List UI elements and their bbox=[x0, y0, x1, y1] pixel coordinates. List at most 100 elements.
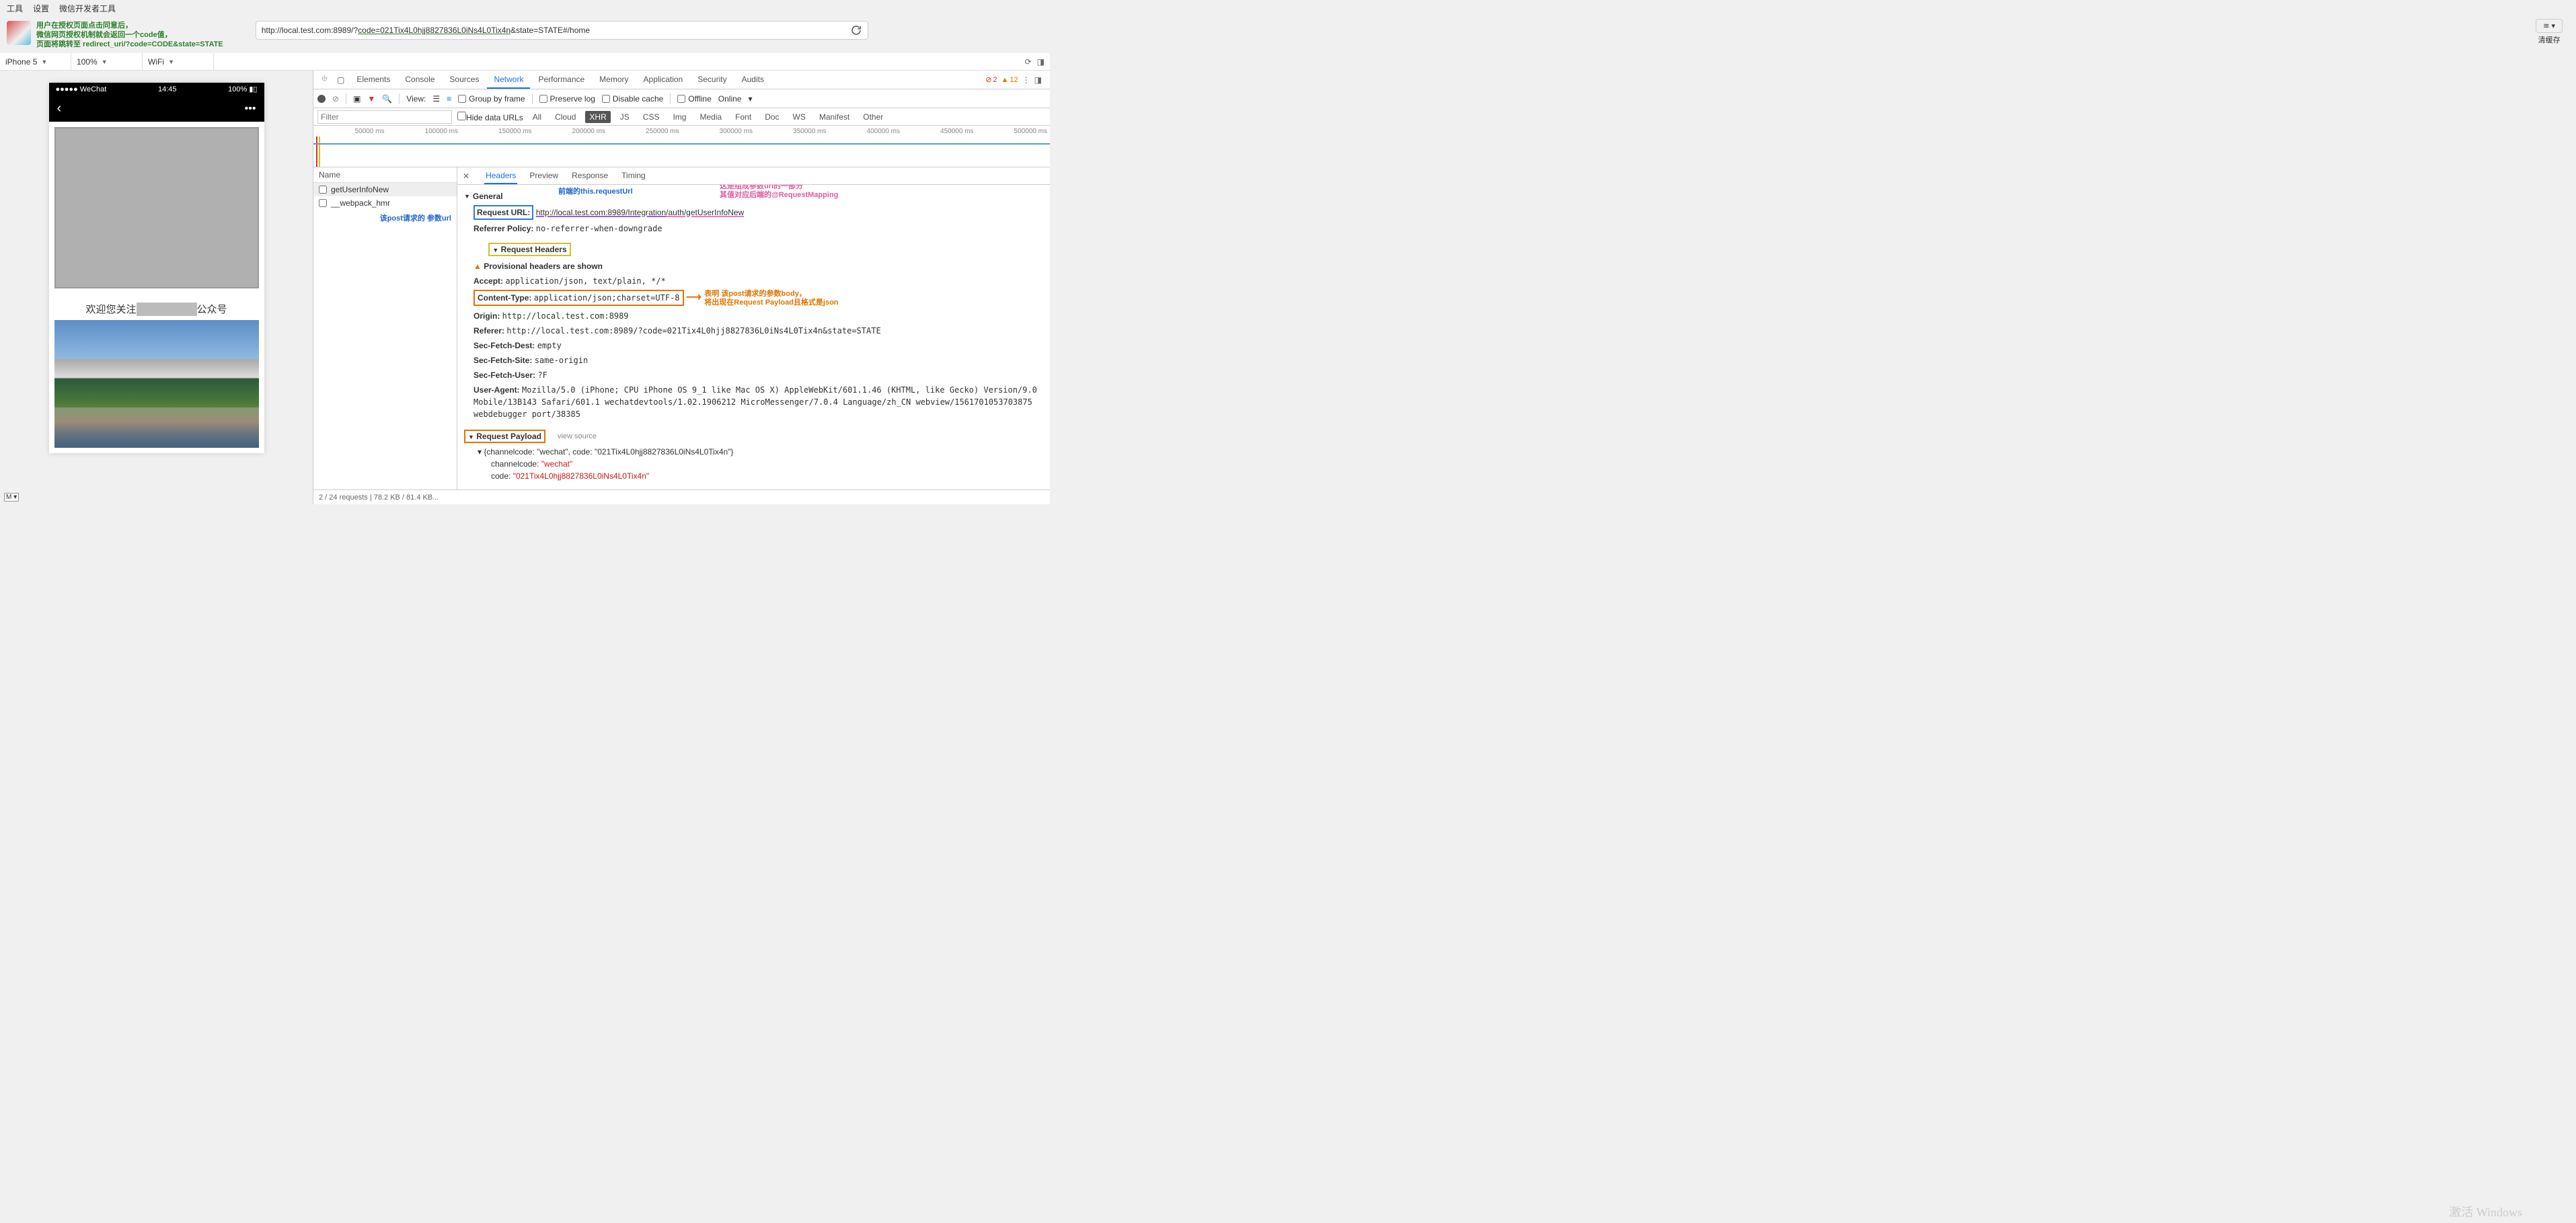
carrier: ●●●●● WeChat bbox=[56, 85, 107, 93]
ftype-cloud[interactable]: Cloud bbox=[551, 111, 580, 123]
annotation-post-url: 该post请求的 参数url bbox=[313, 210, 457, 223]
network-toolbar: ⊘ ▣ ▼ 🔍 View: ☰ ≡ Group by frame Preserv… bbox=[313, 89, 1050, 108]
filter-toggle-icon[interactable]: ▼ bbox=[367, 94, 375, 104]
menu-settings[interactable]: 设置 bbox=[33, 3, 49, 14]
request-detail: ✕ Headers Preview Response Timing ▼Gener… bbox=[457, 167, 1050, 489]
warning-count[interactable]: ▲ 12 bbox=[1001, 76, 1018, 84]
error-count[interactable]: ⊘ 2 bbox=[985, 75, 997, 84]
sec-fetch-site-row: Sec-Fetch-Site: same-origin bbox=[464, 353, 1043, 368]
throttle-select[interactable]: Online ▾ bbox=[718, 94, 753, 104]
network-timeline[interactable]: 50000 ms100000 ms150000 ms200000 ms25000… bbox=[313, 126, 1050, 167]
clear-button[interactable]: ⊘ bbox=[332, 94, 339, 104]
ftype-css[interactable]: CSS bbox=[639, 111, 664, 123]
ftype-ws[interactable]: WS bbox=[789, 111, 810, 123]
more-icon[interactable]: ••• bbox=[245, 103, 256, 115]
section-request-headers[interactable]: ▼ Request Headers bbox=[488, 240, 570, 259]
scenic-image bbox=[54, 320, 259, 448]
camera-icon[interactable]: ▣ bbox=[353, 94, 361, 104]
annotation-oauth: 用户在授权页面点击同意后， 微信网页授权机制就会返回一个code值， 页面将跳转… bbox=[36, 21, 223, 49]
section-request-payload[interactable]: ▼ Request Payload view source bbox=[464, 427, 1043, 446]
request-count: 2 / 24 requests | 78.2 KB / 81.4 KB... bbox=[319, 494, 439, 502]
tab-sources[interactable]: Sources bbox=[443, 71, 486, 89]
ftype-js[interactable]: JS bbox=[616, 111, 634, 123]
dtab-response[interactable]: Response bbox=[570, 167, 609, 184]
sec-fetch-user-row: Sec-Fetch-User: ?F bbox=[464, 368, 1043, 383]
filter-input[interactable] bbox=[317, 110, 452, 124]
menu-tools[interactable]: 工具 bbox=[7, 3, 23, 14]
request-url-row: Request URL: http://local.test.com:8989/… bbox=[464, 204, 1043, 221]
ftype-manifest[interactable]: Manifest bbox=[815, 111, 854, 123]
tab-elements[interactable]: Elements bbox=[350, 71, 397, 89]
url-input[interactable]: http://local.test.com:8989/?code=021Tix4… bbox=[256, 21, 868, 40]
ftype-xhr[interactable]: XHR bbox=[585, 111, 610, 123]
ftype-doc[interactable]: Doc bbox=[761, 111, 783, 123]
tab-audits[interactable]: Audits bbox=[735, 71, 771, 89]
device-select[interactable]: iPhone 5▼ bbox=[0, 53, 71, 70]
window-menu: 工具 设置 微信开发者工具 bbox=[0, 0, 1050, 17]
zoom-select[interactable]: 100%▼ bbox=[71, 53, 143, 70]
referrer-policy-row: Referrer Policy: no-referrer-when-downgr… bbox=[464, 221, 1043, 236]
inspect-icon[interactable]: ⯐ bbox=[317, 73, 332, 87]
offline[interactable]: Offline bbox=[677, 94, 711, 104]
status-bar: ●●●●● WeChat 14:45 100% ▮▯ bbox=[49, 83, 264, 95]
request-item-getuser[interactable]: getUserInfoNew bbox=[313, 183, 457, 196]
project-avatar[interactable] bbox=[7, 21, 31, 45]
menu-wechat[interactable]: 微信开发者工具 bbox=[59, 3, 116, 14]
detail-tabs: ✕ Headers Preview Response Timing bbox=[457, 167, 1050, 185]
hide-data-urls[interactable]: Hide data URLs bbox=[457, 112, 523, 122]
search-icon[interactable]: 🔍 bbox=[382, 94, 392, 104]
tab-console[interactable]: Console bbox=[398, 71, 441, 89]
request-list-header: Name bbox=[313, 167, 457, 183]
ftype-img[interactable]: Img bbox=[669, 111, 690, 123]
dock-toggle-icon[interactable]: ◨ bbox=[1034, 75, 1042, 85]
ftype-other[interactable]: Other bbox=[859, 111, 887, 123]
url-toolbar: 用户在授权页面点击同意后， 微信网页授权机制就会返回一个code值， 页面将跳转… bbox=[0, 17, 1050, 53]
record-button[interactable] bbox=[317, 95, 326, 103]
rotate-icon[interactable]: ⟳ bbox=[1025, 57, 1032, 67]
user-agent-row: User-Agent: Mozilla/5.0 (iPhone; CPU iPh… bbox=[464, 383, 1043, 422]
payload-json: ▾ {channelcode: "wechat", code: "021Tix4… bbox=[464, 446, 1043, 482]
dtab-timing[interactable]: Timing bbox=[620, 167, 647, 184]
mode-indicator[interactable]: M ▾ bbox=[4, 493, 19, 502]
tab-performance[interactable]: Performance bbox=[531, 71, 591, 89]
nav-bar: ‹ ••• bbox=[49, 95, 264, 122]
reload-icon[interactable] bbox=[850, 24, 862, 36]
dock-icon[interactable]: ◨ bbox=[1037, 57, 1045, 67]
more-menu-icon[interactable]: ⋮ bbox=[1022, 75, 1030, 85]
phone-frame: ●●●●● WeChat 14:45 100% ▮▯ ‹ ••• 欢迎您关注 公… bbox=[49, 83, 264, 453]
device-toolbar: iPhone 5▼ 100%▼ WiFi▼ ⟳ ◨ bbox=[0, 53, 1050, 71]
ftype-font[interactable]: Font bbox=[731, 111, 755, 123]
phone-body: 欢迎您关注 公众号 bbox=[49, 122, 264, 453]
detail-body: ▼General 前端的this.requestUrl 这是组成参数url的一部… bbox=[457, 185, 1050, 489]
windows-watermark: 激活 Windows bbox=[2449, 1203, 2522, 1220]
tab-network[interactable]: Network bbox=[487, 71, 530, 89]
network-select[interactable]: WiFi▼ bbox=[143, 53, 214, 70]
network-split: Name getUserInfoNew __webpack_hmr 该post请… bbox=[313, 167, 1050, 489]
dtab-headers[interactable]: Headers bbox=[484, 167, 517, 184]
callout-body: 表明 该post请求的参数body，将出现在Request Payload且格式… bbox=[704, 290, 838, 307]
battery-icon: ▮▯ bbox=[249, 85, 257, 93]
view-label: View: bbox=[406, 94, 426, 104]
disable-cache[interactable]: Disable cache bbox=[602, 94, 663, 104]
view-waterfall-icon[interactable]: ≡ bbox=[447, 94, 451, 104]
request-item-webpack[interactable]: __webpack_hmr bbox=[313, 196, 457, 210]
content-type-row: Content-Type: application/json;charset=U… bbox=[464, 288, 1043, 309]
dtab-preview[interactable]: Preview bbox=[528, 167, 560, 184]
tab-application[interactable]: Application bbox=[637, 71, 690, 89]
clock: 14:45 bbox=[158, 85, 177, 93]
request-list: Name getUserInfoNew __webpack_hmr 该post请… bbox=[313, 167, 457, 489]
preserve-log[interactable]: Preserve log bbox=[539, 94, 595, 104]
clear-cache-button[interactable]: ≋ ▾ 清缓存 bbox=[2536, 19, 2563, 45]
close-detail-icon[interactable]: ✕ bbox=[463, 171, 473, 181]
ftype-media[interactable]: Media bbox=[695, 111, 726, 123]
view-list-icon[interactable]: ☰ bbox=[432, 94, 440, 104]
tab-security[interactable]: Security bbox=[691, 71, 733, 89]
sec-fetch-dest-row: Sec-Fetch-Dest: empty bbox=[464, 338, 1043, 353]
device-mode-icon[interactable]: ▢ bbox=[333, 75, 348, 85]
view-source-link[interactable]: view source bbox=[558, 432, 597, 440]
back-icon[interactable]: ‹ bbox=[57, 101, 62, 116]
group-by-frame[interactable]: Group by frame bbox=[458, 94, 525, 104]
callout-front-url: 前端的this.requestUrl bbox=[558, 188, 633, 196]
ftype-all[interactable]: All bbox=[529, 111, 545, 123]
tab-memory[interactable]: Memory bbox=[593, 71, 635, 89]
